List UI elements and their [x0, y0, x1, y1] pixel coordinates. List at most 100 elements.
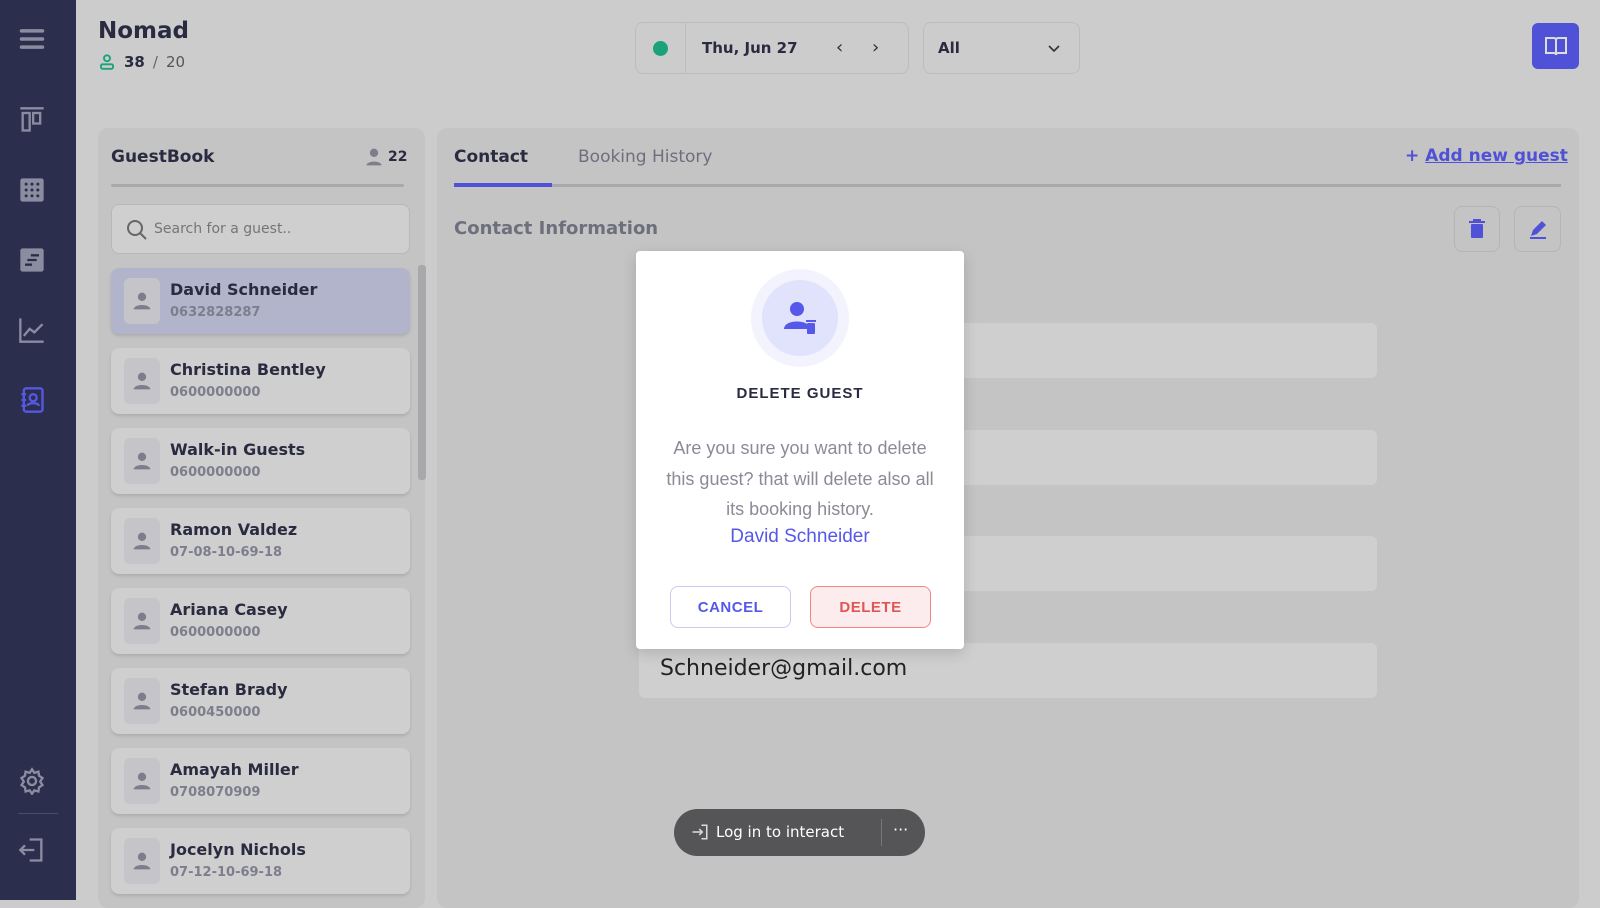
guest-name: Jocelyn Nichols — [170, 840, 306, 859]
occupancy-current: 38 — [124, 53, 145, 71]
guest-list-item[interactable]: David Schneider 0632828287 — [111, 268, 410, 334]
person-icon — [133, 692, 151, 710]
login-label: Log in to interact — [716, 823, 845, 841]
settings-icon[interactable] — [18, 767, 46, 796]
delete-button[interactable]: DELETE — [810, 586, 931, 628]
person-icon — [133, 772, 151, 790]
search-input[interactable] — [154, 217, 394, 241]
guestbook-title: GuestBook — [111, 147, 215, 167]
email-field[interactable]: Schneider@gmail.com — [639, 643, 1377, 698]
pencil-icon — [1529, 221, 1546, 239]
avatar — [124, 518, 160, 564]
dialog-guest-name: David Schneider — [730, 526, 870, 547]
date-label: Thu, Jun 27 — [702, 39, 798, 57]
guest-phone: 0600000000 — [170, 625, 261, 640]
search-box[interactable] — [111, 204, 410, 254]
person-icon — [133, 612, 151, 630]
tabs-divider — [454, 184, 1561, 187]
person-icon — [133, 452, 151, 470]
login-bar[interactable]: Log in to interact ··· — [674, 809, 925, 856]
logout-icon[interactable] — [18, 836, 46, 864]
scrollbar[interactable] — [418, 265, 426, 480]
filter-select[interactable]: All — [923, 22, 1080, 74]
date-picker[interactable]: Thu, Jun 27 ‹ › — [685, 22, 909, 74]
status-indicator — [635, 22, 686, 74]
chart-icon[interactable] — [18, 316, 46, 344]
avatar — [124, 678, 160, 724]
person-icon — [133, 532, 151, 550]
guest-name: David Schneider — [170, 280, 318, 299]
guest-phone: 0600450000 — [170, 705, 261, 720]
chevron-down-icon — [1048, 45, 1060, 53]
book-button[interactable] — [1532, 23, 1579, 69]
guest-count: 22 — [364, 147, 407, 167]
guest-name: Amayah Miller — [170, 760, 299, 779]
more-icon[interactable]: ··· — [893, 820, 908, 839]
guest-name: Ramon Valdez — [170, 520, 298, 539]
email-value: Schneider@gmail.com — [660, 656, 908, 681]
guest-phone: 0708070909 — [170, 785, 261, 800]
add-new-guest-link[interactable]: + Add new guest — [1405, 146, 1568, 166]
tab-booking-history[interactable]: Booking History — [578, 147, 712, 167]
grid-icon[interactable] — [18, 176, 46, 204]
guest-phone: 0600000000 — [170, 465, 261, 480]
divider — [111, 184, 404, 187]
guest-phone: 0632828287 — [170, 305, 261, 320]
cancel-button[interactable]: CANCEL — [670, 586, 791, 628]
avatar — [124, 358, 160, 404]
filter-value: All — [938, 39, 960, 57]
occupancy-total: 20 — [165, 53, 186, 71]
login-divider — [881, 819, 882, 846]
login-icon — [692, 824, 708, 840]
trash-icon — [1469, 219, 1485, 238]
tab-contact[interactable]: Contact — [454, 147, 528, 167]
avatar — [124, 438, 160, 484]
avatar — [124, 758, 160, 804]
person-icon — [133, 372, 151, 390]
guest-phone: 07-12-10-69-18 — [170, 865, 283, 880]
plus-icon: + — [1405, 146, 1426, 166]
sidebar — [0, 0, 76, 900]
guest-list-item[interactable]: Christina Bentley 0600000000 — [111, 348, 410, 414]
board-icon[interactable] — [18, 106, 46, 134]
dialog-title: DELETE GUEST — [736, 385, 864, 402]
avatar — [124, 598, 160, 644]
menu-icon[interactable] — [18, 25, 46, 53]
contacts-icon[interactable] — [18, 386, 46, 414]
guest-list-item[interactable]: Stefan Brady 0600450000 — [111, 668, 410, 734]
person-icon — [133, 852, 151, 870]
guest-name: Walk-in Guests — [170, 440, 306, 459]
guest-name: Ariana Casey — [170, 600, 288, 619]
delete-guest-button[interactable] — [1454, 206, 1500, 252]
search-icon — [127, 220, 147, 240]
guest-list-item[interactable]: Ramon Valdez 07-08-10-69-18 — [111, 508, 410, 574]
prev-day-button[interactable]: ‹ — [836, 37, 843, 58]
dialog-icon-ring — [751, 269, 849, 367]
guest-list-item[interactable]: Amayah Miller 0708070909 — [111, 748, 410, 814]
occupancy: 38 / 20 — [98, 53, 185, 71]
guest-name: Stefan Brady — [170, 680, 288, 699]
book-icon — [1544, 37, 1567, 56]
status-dot — [653, 41, 668, 56]
guest-list-item[interactable]: Walk-in Guests 0600000000 — [111, 428, 410, 494]
avatar — [124, 278, 160, 324]
edit-guest-button[interactable] — [1514, 206, 1561, 252]
person-icon — [366, 148, 382, 166]
user-delete-icon — [784, 302, 816, 334]
sidebar-divider — [18, 813, 58, 814]
guest-name: Christina Bentley — [170, 360, 326, 379]
main-panel — [437, 128, 1579, 908]
delete-guest-dialog: DELETE GUEST Are you sure you want to de… — [636, 251, 964, 649]
dialog-message: Are you sure you want to delete this gue… — [666, 438, 934, 519]
person-icon — [100, 54, 114, 70]
section-title: Contact Information — [454, 218, 659, 239]
add-new-guest-label: Add new guest — [1425, 146, 1568, 166]
guest-list-item[interactable]: Ariana Casey 0600000000 — [111, 588, 410, 654]
notes-icon[interactable] — [18, 246, 46, 274]
next-day-button[interactable]: › — [872, 37, 879, 58]
guest-phone: 0600000000 — [170, 385, 261, 400]
active-tab-indicator — [454, 183, 552, 187]
guest-list-item[interactable]: Jocelyn Nichols 07-12-10-69-18 — [111, 828, 410, 894]
occupancy-sep: / — [152, 53, 158, 71]
person-icon — [133, 292, 151, 310]
